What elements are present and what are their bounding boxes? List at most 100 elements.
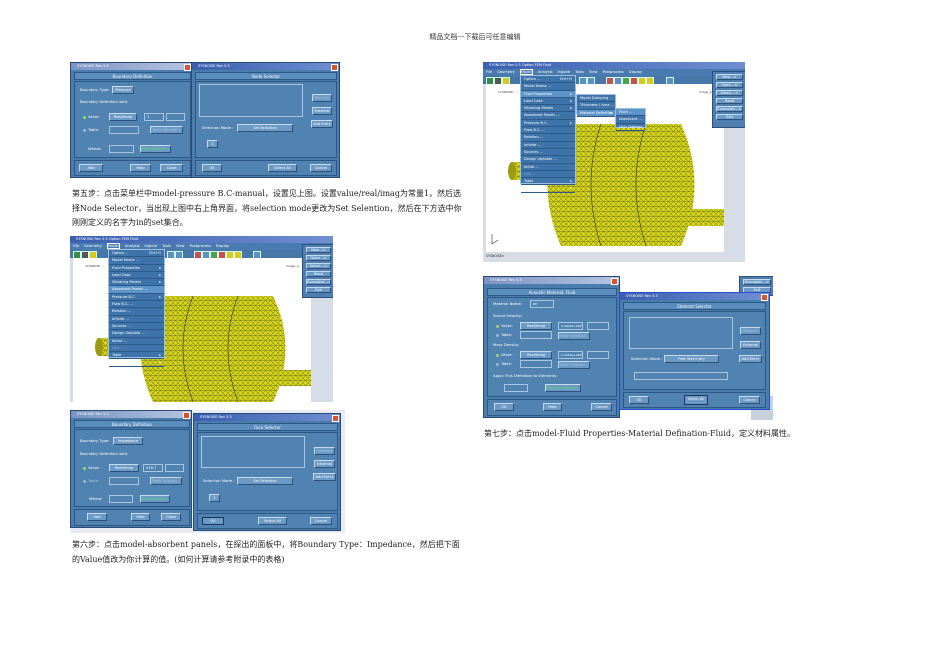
close-icon[interactable] <box>184 64 191 71</box>
menu-geometry[interactable]: Geometry <box>497 70 515 74</box>
menu-geometry[interactable]: Geometry <box>84 244 102 248</box>
velocity-imag-input[interactable] <box>587 322 609 330</box>
value-real-input[interactable]: 416.7 <box>143 464 163 472</box>
table-radio[interactable] <box>83 129 86 132</box>
menu-analysis[interactable]: Analysis <box>125 244 140 248</box>
select-button[interactable]: Select --> <box>716 90 743 96</box>
menu-item-fluid-properties[interactable]: Fluid Properties ▸ <box>521 90 575 98</box>
density-mode-dropdown[interactable]: Real/Imag <box>520 351 552 359</box>
ok-button[interactable]: OK <box>202 164 222 172</box>
close-icon[interactable] <box>332 415 339 422</box>
boundary-type-dropdown[interactable]: Impedance <box>113 437 143 445</box>
new-button[interactable]: New --> <box>306 247 331 253</box>
table-selector-button[interactable]: Table Selector... <box>150 477 182 485</box>
select-all-button[interactable]: Select All <box>684 395 708 405</box>
density-real-input[interactable]: 1.2250e+000 <box>558 351 583 359</box>
menu-item-infinite[interactable]: Infinite ... <box>521 142 575 149</box>
menu-tools[interactable]: Tools <box>162 244 171 248</box>
cancel-button[interactable]: Cancel <box>310 164 332 172</box>
menu-item-model-name[interactable]: Model Name ... <box>109 257 164 265</box>
close-button[interactable]: Close <box>161 513 181 521</box>
menu-display[interactable]: Display <box>216 244 229 248</box>
menu-item-table[interactable]: Table ▸ <box>521 178 575 186</box>
read-button[interactable]: Read <box>716 98 743 104</box>
open-button[interactable]: Open --> <box>716 82 743 88</box>
select-all-button[interactable]: Select All <box>268 164 297 172</box>
selection-list[interactable] <box>629 317 733 349</box>
menu-postprocess[interactable]: Postprocess <box>602 70 623 74</box>
add-entry-button[interactable]: Add Entry <box>739 355 762 363</box>
table-selector-button[interactable]: Table Selector... <box>150 126 183 134</box>
menu-postprocess[interactable]: Postprocess <box>189 244 210 248</box>
remove-button[interactable]: Remove <box>312 94 332 102</box>
ok-button[interactable]: OK <box>629 396 649 404</box>
remove-button[interactable]: Remove <box>314 447 335 455</box>
menu-inquire[interactable]: Inquire <box>145 244 158 248</box>
face-selector-button[interactable]: Face Selector... <box>140 495 170 503</box>
command-prompt[interactable]: SYSNOISE> <box>486 253 505 259</box>
menu-item-relation[interactable]: Relation ... <box>109 308 164 316</box>
select-button[interactable]: Select --> <box>306 263 331 269</box>
add-button[interactable]: Add <box>79 164 103 172</box>
menu-item-modal-damping[interactable]: Modal Damping ... <box>577 95 615 103</box>
menu-item-option[interactable]: Option ... Ctrl+O <box>521 76 575 84</box>
close-icon[interactable] <box>183 412 190 419</box>
close-button[interactable]: Close <box>160 164 183 172</box>
add-entry-button[interactable]: Add Entry <box>311 120 333 128</box>
velocity-mode-dropdown[interactable]: Real/Imag <box>520 322 552 330</box>
close-icon[interactable] <box>331 64 338 71</box>
menu-item-fluid-properties[interactable]: Fluid Properties ▸ <box>109 265 164 272</box>
external-button[interactable]: External <box>312 107 332 115</box>
density-table-radio[interactable] <box>496 363 499 366</box>
boundary-type-dropdown[interactable]: Pressure <box>112 86 134 94</box>
value-radio[interactable] <box>83 116 86 119</box>
value-mode-dropdown[interactable]: Real/Imag <box>109 113 137 121</box>
where-input[interactable] <box>109 145 134 153</box>
menu-item-load-case[interactable]: Load Case ▸ <box>109 272 164 280</box>
menu-item-model-name[interactable]: Model Name ... <box>521 83 575 91</box>
external-button[interactable]: External <box>740 341 761 349</box>
selection-mode-dropdown[interactable]: Set Selection <box>237 477 293 485</box>
new-button[interactable]: New --> <box>716 74 743 80</box>
selection-mode-dropdown[interactable]: Set Selection <box>237 124 293 132</box>
set-dropdown[interactable]: 2 <box>209 494 220 502</box>
add-button[interactable]: Add <box>87 513 107 521</box>
menu-item-design-variable[interactable]: Design Variable ... <box>109 330 164 338</box>
ok-button[interactable]: OK <box>494 403 514 411</box>
value-imag-input[interactable] <box>166 113 185 121</box>
free-text-input[interactable] <box>634 372 728 380</box>
select-all-button[interactable]: Select All <box>258 517 287 525</box>
menu-item-link[interactable]: Link ... <box>109 345 164 353</box>
table-input[interactable] <box>109 126 139 134</box>
read-button[interactable]: Read <box>306 271 331 277</box>
close-icon[interactable] <box>611 278 618 285</box>
menu-display[interactable]: Display <box>629 70 642 74</box>
density-table-input[interactable] <box>520 360 552 368</box>
menu-item-relation[interactable]: Relation ... <box>521 134 575 142</box>
cancel-button[interactable]: Cancel <box>591 403 612 411</box>
cancel-button[interactable]: Cancel <box>739 396 760 404</box>
remove-button[interactable]: Remove <box>740 327 761 335</box>
menu-item-initial[interactable]: Initial ... <box>109 338 164 345</box>
menu-item-absorbent-panels[interactable]: Absorbent Panels ... <box>521 112 575 120</box>
set-dropdown[interactable]: 1 <box>207 140 218 148</box>
density-imag-input[interactable] <box>587 351 609 359</box>
menu-item-reset[interactable]: Reset ▸ <box>109 359 164 367</box>
selection-mode-dropdown[interactable]: Free Text Entry <box>664 355 719 363</box>
add-entry-button[interactable]: Add Entry <box>313 473 336 481</box>
menu-file[interactable]: File <box>73 244 79 248</box>
table-radio[interactable] <box>83 480 86 483</box>
value-mode-dropdown[interactable]: Real/Imag <box>109 464 139 472</box>
external-button[interactable]: External <box>314 460 335 468</box>
menu-item-vibrating-panels[interactable]: Vibrating Panels ▸ <box>109 279 164 287</box>
value-imag-input[interactable] <box>165 464 184 472</box>
velocity-value-radio[interactable] <box>496 325 499 328</box>
selection-list[interactable] <box>201 436 305 468</box>
velocity-real-input[interactable]: 3.4000e+002 <box>558 322 583 330</box>
value-real-input[interactable]: 1 <box>144 113 164 121</box>
menu-view[interactable]: View <box>589 70 598 74</box>
menu-item-infinite[interactable]: Infinite ... <box>109 316 164 323</box>
menu-item-material-definition[interactable]: Material Definition ▸ <box>577 109 615 117</box>
ok-button[interactable]: OK <box>202 517 224 525</box>
material-name-input[interactable]: air <box>530 300 554 308</box>
